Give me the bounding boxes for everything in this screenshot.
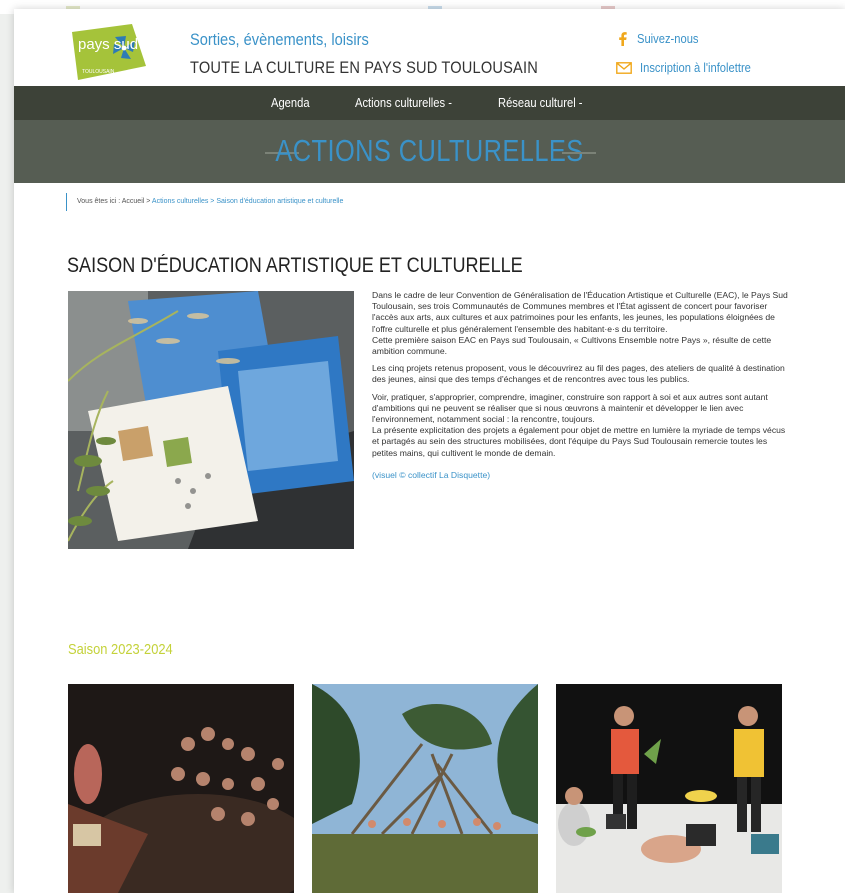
project-card-2[interactable] (312, 684, 538, 893)
main-nav: Agenda Actions culturelles - Réseau cult… (14, 86, 845, 120)
article-paragraph: La présente explicitation des projets a … (372, 425, 786, 458)
breadcrumb-prefix: Vous êtes ici : (77, 198, 122, 205)
envelope-icon (616, 61, 632, 74)
page-title: SAISON D'ÉDUCATION ARTISTIQUE ET CULTURE… (67, 254, 523, 277)
logo-text-pays: pays sud (78, 36, 138, 53)
breadcrumb-separator: > (144, 198, 152, 205)
nav-item-agenda[interactable]: Agenda (271, 95, 310, 110)
newsletter-link[interactable]: Inscription à l'infolettre (616, 60, 769, 75)
article-paragraph: Dans le cadre de leur Convention de Géné… (372, 290, 788, 334)
article-paragraph: Cette première saison EAC en Pays sud To… (372, 334, 772, 357)
page-banner: ACTIONS CULTURELLES (14, 120, 845, 183)
breadcrumb-section[interactable]: Actions culturelles (152, 198, 208, 205)
nav-item-actions-culturelles[interactable]: Actions culturelles - (355, 95, 452, 110)
follow-link[interactable]: Suivez-nous (618, 31, 709, 46)
project-card-1[interactable] (68, 684, 294, 893)
banner-rule-right (562, 152, 596, 154)
nav-item-reseau-culturel[interactable]: Réseau culturel - (498, 95, 583, 110)
season-heading: Saison 2023-2024 (68, 641, 173, 658)
article-image (68, 291, 354, 549)
page-card: pays sud TOULOUSAIN Sorties, évènements,… (14, 9, 845, 893)
article-paragraph: Voir, pratiquer, s'approprier, comprendr… (372, 391, 768, 425)
project-card-3[interactable] (556, 684, 782, 893)
article-body: Dans le cadre de leur Convention de Géné… (372, 290, 792, 487)
site-header: pays sud TOULOUSAIN Sorties, évènements,… (14, 9, 845, 86)
image-credit-link[interactable]: (visuel © collectif La Disquette) (372, 470, 792, 481)
logo-text-small: TOULOUSAIN (82, 69, 115, 75)
site-logo[interactable]: pays sud TOULOUSAIN (68, 22, 148, 82)
newsletter-label: Inscription à l'infolettre (640, 60, 751, 75)
breadcrumb-home[interactable]: Accueil (122, 198, 145, 205)
breadcrumb: Vous êtes ici : Accueil > Actions cultur… (66, 193, 343, 211)
article-paragraph: Les cinq projets retenus proposent, vous… (372, 363, 785, 385)
site-subtitle: TOUTE LA CULTURE EN PAYS SUD TOULOUSAIN (190, 58, 538, 77)
site-tagline: Sorties, évènements, loisirs (190, 30, 369, 49)
facebook-icon (619, 31, 627, 46)
follow-label: Suivez-nous (637, 31, 699, 46)
breadcrumb-current[interactable]: Saison d'éducation artistique et culture… (216, 198, 343, 205)
banner-title: ACTIONS CULTURELLES (275, 133, 584, 168)
